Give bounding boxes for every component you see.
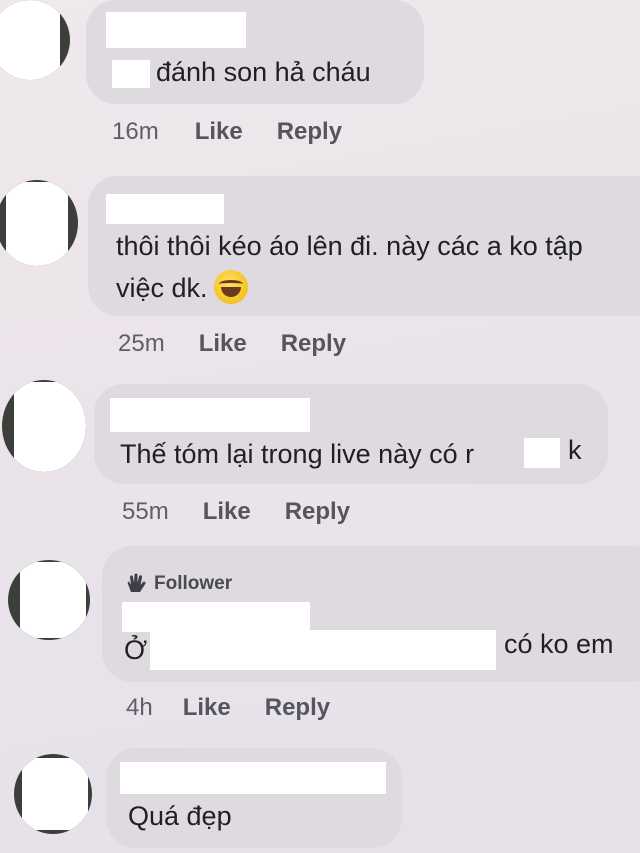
- reply-button[interactable]: Reply: [281, 330, 346, 358]
- comment-time: 55m: [122, 498, 169, 525]
- redacted-text: [150, 630, 496, 670]
- avatar-redaction: [14, 382, 86, 472]
- redacted-text: [112, 60, 150, 88]
- comment-time: 25m: [118, 330, 165, 357]
- comment-text-end: có ko em: [504, 629, 614, 659]
- like-button[interactable]: Like: [203, 498, 251, 526]
- comment-time: 4h: [126, 694, 153, 721]
- comment-meta: 4h Like Reply: [126, 694, 330, 722]
- reply-button[interactable]: Reply: [277, 118, 342, 146]
- commenter-avatar[interactable]: [2, 380, 86, 472]
- laughing-tears-emoji-icon: [213, 269, 248, 304]
- waving-hand-icon: [127, 573, 146, 592]
- comment-text-line-1: thôi thôi kéo áo lên đi. này các a ko tậ…: [116, 231, 583, 261]
- comment-text-end: k: [568, 435, 582, 465]
- comment-text: Ở: [124, 635, 148, 665]
- comment-meta: 25m Like Reply: [118, 330, 346, 358]
- avatar-redaction: [0, 0, 60, 80]
- commenter-name-redacted: [122, 602, 310, 632]
- like-button[interactable]: Like: [183, 694, 231, 722]
- avatar-redaction: [6, 182, 68, 266]
- avatar-redaction: [20, 562, 86, 638]
- commenter-name-redacted: [120, 762, 386, 794]
- follower-badge: Follower: [124, 572, 232, 596]
- commenter-name-redacted: [106, 194, 224, 224]
- reply-button[interactable]: Reply: [285, 498, 350, 526]
- commenter-avatar[interactable]: [0, 0, 70, 80]
- comment-text: đánh son hả cháu: [156, 57, 371, 87]
- avatar-redaction: [22, 758, 88, 830]
- comment-meta: 55m Like Reply: [122, 498, 350, 526]
- commenter-avatar[interactable]: [8, 560, 90, 640]
- commenter-avatar[interactable]: [0, 180, 78, 266]
- commenter-name-redacted: [110, 398, 310, 432]
- commenter-avatar[interactable]: [14, 754, 92, 834]
- comment-text: việc dk.: [116, 273, 208, 303]
- like-button[interactable]: Like: [195, 118, 243, 146]
- comment-meta: 16m Like Reply: [112, 118, 342, 146]
- follower-badge-label: Follower: [154, 573, 233, 594]
- comment-text: Quá đẹp: [128, 801, 232, 831]
- redacted-text: [524, 438, 560, 468]
- like-button[interactable]: Like: [199, 330, 247, 358]
- comment-text: Thế tóm lại trong live này có r: [120, 439, 475, 469]
- commenter-name-redacted: [106, 12, 246, 48]
- comment-time: 16m: [112, 118, 159, 145]
- reply-button[interactable]: Reply: [265, 694, 330, 722]
- comment-text-line-2: việc dk.: [116, 268, 248, 308]
